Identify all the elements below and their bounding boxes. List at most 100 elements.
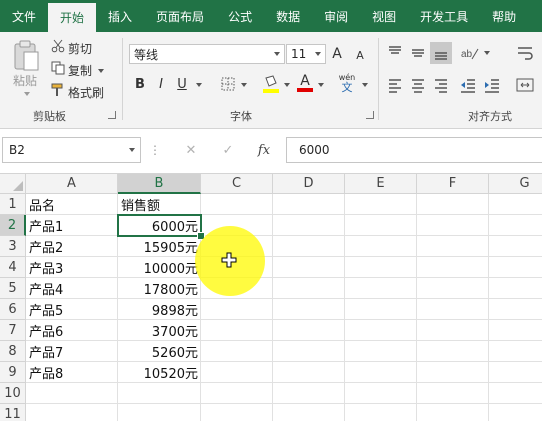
cell[interactable] xyxy=(417,257,489,278)
align-right-icon[interactable] xyxy=(432,76,450,94)
cell[interactable] xyxy=(489,194,542,215)
tab-review[interactable]: 审阅 xyxy=(312,0,360,32)
cell[interactable] xyxy=(201,194,273,215)
cell[interactable] xyxy=(417,362,489,383)
cell[interactable] xyxy=(118,404,201,421)
column-header-f[interactable]: F xyxy=(417,174,489,194)
cell-a8[interactable]: 产品7 xyxy=(26,341,118,362)
cut-button[interactable]: 剪切 xyxy=(68,40,92,57)
cell-a7[interactable]: 产品6 xyxy=(26,320,118,341)
cell[interactable] xyxy=(201,341,273,362)
bold-button[interactable]: B xyxy=(132,74,148,94)
cell[interactable] xyxy=(273,194,345,215)
tab-data[interactable]: 数据 xyxy=(264,0,312,32)
cell[interactable] xyxy=(26,404,118,421)
tab-help[interactable]: 帮助 xyxy=(480,0,528,32)
font-name-select[interactable]: 等线 xyxy=(129,44,285,64)
fill-color-icon[interactable] xyxy=(262,74,280,94)
copy-button[interactable]: 复制 xyxy=(68,62,92,79)
cell[interactable] xyxy=(345,320,417,341)
cell[interactable] xyxy=(345,383,417,404)
font-dialog-launcher-icon[interactable] xyxy=(366,111,374,119)
row-header[interactable]: 7 xyxy=(0,320,26,341)
cell-b6[interactable]: 9898元 xyxy=(118,299,201,320)
cell[interactable] xyxy=(345,362,417,383)
cell[interactable] xyxy=(417,194,489,215)
cell[interactable] xyxy=(201,362,273,383)
cell-a9[interactable]: 产品8 xyxy=(26,362,118,383)
border-dropdown-icon[interactable] xyxy=(241,83,247,87)
cell[interactable] xyxy=(345,194,417,215)
cell[interactable] xyxy=(201,320,273,341)
cell[interactable] xyxy=(26,383,118,404)
scissors-icon[interactable] xyxy=(50,38,66,54)
align-bottom-icon[interactable] xyxy=(430,42,452,64)
cell[interactable] xyxy=(201,383,273,404)
tab-insert[interactable]: 插入 xyxy=(96,0,144,32)
cell-b4[interactable]: 10000元 xyxy=(118,257,201,278)
cell[interactable] xyxy=(201,299,273,320)
cell-b2[interactable]: 6000元 xyxy=(118,215,201,236)
cell[interactable] xyxy=(417,383,489,404)
column-header-g[interactable]: G xyxy=(489,174,542,194)
cell[interactable] xyxy=(489,215,542,236)
cell[interactable] xyxy=(273,383,345,404)
cell-b9[interactable]: 10520元 xyxy=(118,362,201,383)
border-icon[interactable] xyxy=(220,76,236,92)
align-middle-icon[interactable] xyxy=(409,44,427,62)
cell[interactable] xyxy=(345,404,417,421)
cell[interactable] xyxy=(273,236,345,257)
font-size-select[interactable]: 11 xyxy=(286,44,326,64)
copy-dropdown-icon[interactable] xyxy=(98,69,104,73)
cell-b8[interactable]: 5260元 xyxy=(118,341,201,362)
cell[interactable] xyxy=(417,404,489,421)
cell[interactable] xyxy=(417,278,489,299)
cell[interactable] xyxy=(489,278,542,299)
cell-a4[interactable]: 产品3 xyxy=(26,257,118,278)
cell-a1[interactable]: 品名 xyxy=(26,194,118,215)
row-header[interactable]: 4 xyxy=(0,257,26,278)
cell[interactable] xyxy=(417,299,489,320)
cell[interactable] xyxy=(201,404,273,421)
cell-a2[interactable]: 产品1 xyxy=(26,215,118,236)
cell[interactable] xyxy=(273,257,345,278)
orientation-icon[interactable]: ab xyxy=(459,44,481,62)
tab-formulas[interactable]: 公式 xyxy=(216,0,264,32)
tab-page-layout[interactable]: 页面布局 xyxy=(144,0,216,32)
cell-a3[interactable]: 产品2 xyxy=(26,236,118,257)
phonetic-dropdown-icon[interactable] xyxy=(362,83,368,87)
cell[interactable] xyxy=(273,362,345,383)
tab-file[interactable]: 文件 xyxy=(0,0,48,32)
cell[interactable] xyxy=(489,257,542,278)
cell[interactable] xyxy=(273,404,345,421)
chevron-down-icon[interactable] xyxy=(129,148,135,152)
tab-view[interactable]: 视图 xyxy=(360,0,408,32)
cell-b3[interactable]: 15905元 xyxy=(118,236,201,257)
increase-indent-icon[interactable] xyxy=(483,76,501,94)
column-header-e[interactable]: E xyxy=(345,174,417,194)
align-top-icon[interactable] xyxy=(386,44,404,62)
row-header[interactable]: 2 xyxy=(0,215,26,236)
cell[interactable] xyxy=(489,362,542,383)
column-header-a[interactable]: A xyxy=(26,174,118,194)
merge-center-icon[interactable] xyxy=(514,76,536,94)
cell[interactable] xyxy=(273,341,345,362)
cell[interactable] xyxy=(345,299,417,320)
cell[interactable] xyxy=(345,236,417,257)
insert-function-button[interactable]: fx xyxy=(254,140,274,160)
cell[interactable] xyxy=(118,383,201,404)
fill-color-dropdown-icon[interactable] xyxy=(284,83,290,87)
confirm-edit-button[interactable]: ✓ xyxy=(219,140,237,160)
row-header[interactable]: 6 xyxy=(0,299,26,320)
formula-input[interactable]: 6000 xyxy=(286,137,542,163)
cell-b5[interactable]: 17800元 xyxy=(118,278,201,299)
tab-developer[interactable]: 开发工具 xyxy=(408,0,480,32)
tab-home[interactable]: 开始 xyxy=(48,3,97,32)
cell-b7[interactable]: 3700元 xyxy=(118,320,201,341)
cell[interactable] xyxy=(489,236,542,257)
cell[interactable] xyxy=(417,236,489,257)
cell[interactable] xyxy=(489,383,542,404)
cell-a6[interactable]: 产品5 xyxy=(26,299,118,320)
underline-button[interactable]: U xyxy=(174,74,190,94)
row-header[interactable]: 3 xyxy=(0,236,26,257)
